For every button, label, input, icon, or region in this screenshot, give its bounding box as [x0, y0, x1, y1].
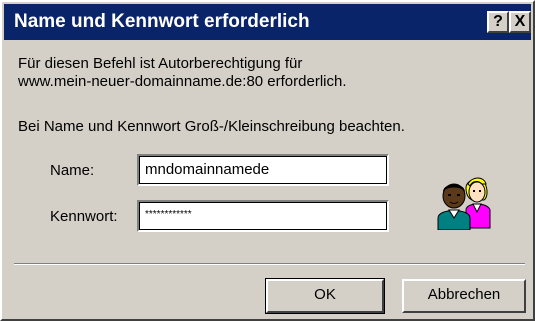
- users-icon: [437, 177, 491, 230]
- close-icon: X: [514, 13, 526, 30]
- close-button[interactable]: X: [509, 11, 531, 33]
- name-label: Name:: [50, 162, 95, 179]
- password-label: Kennwort:: [50, 208, 118, 225]
- name-input[interactable]: mndomainnamede: [137, 154, 389, 186]
- cancel-button[interactable]: Abbrechen: [402, 279, 526, 313]
- help-icon: ?: [493, 13, 503, 30]
- dialog-title: Name und Kennwort erforderlich: [14, 11, 310, 32]
- login-dialog: Name und Kennwort erforderlich ? X Für d…: [0, 0, 535, 321]
- password-input[interactable]: ************: [137, 200, 389, 232]
- button-divider: [14, 263, 525, 265]
- ok-button[interactable]: OK: [265, 278, 385, 314]
- case-sensitivity-hint: Bei Name und Kennwort Groß-/Kleinschreib…: [18, 118, 405, 135]
- message-line-2: www.mein-neuer-domainname.de:80 erforder…: [18, 73, 347, 90]
- help-button[interactable]: ?: [487, 11, 509, 33]
- title-bar[interactable]: Name und Kennwort erforderlich ? X: [4, 4, 531, 40]
- message-line-1: Für diesen Befehl ist Autorberechtigung …: [18, 55, 303, 72]
